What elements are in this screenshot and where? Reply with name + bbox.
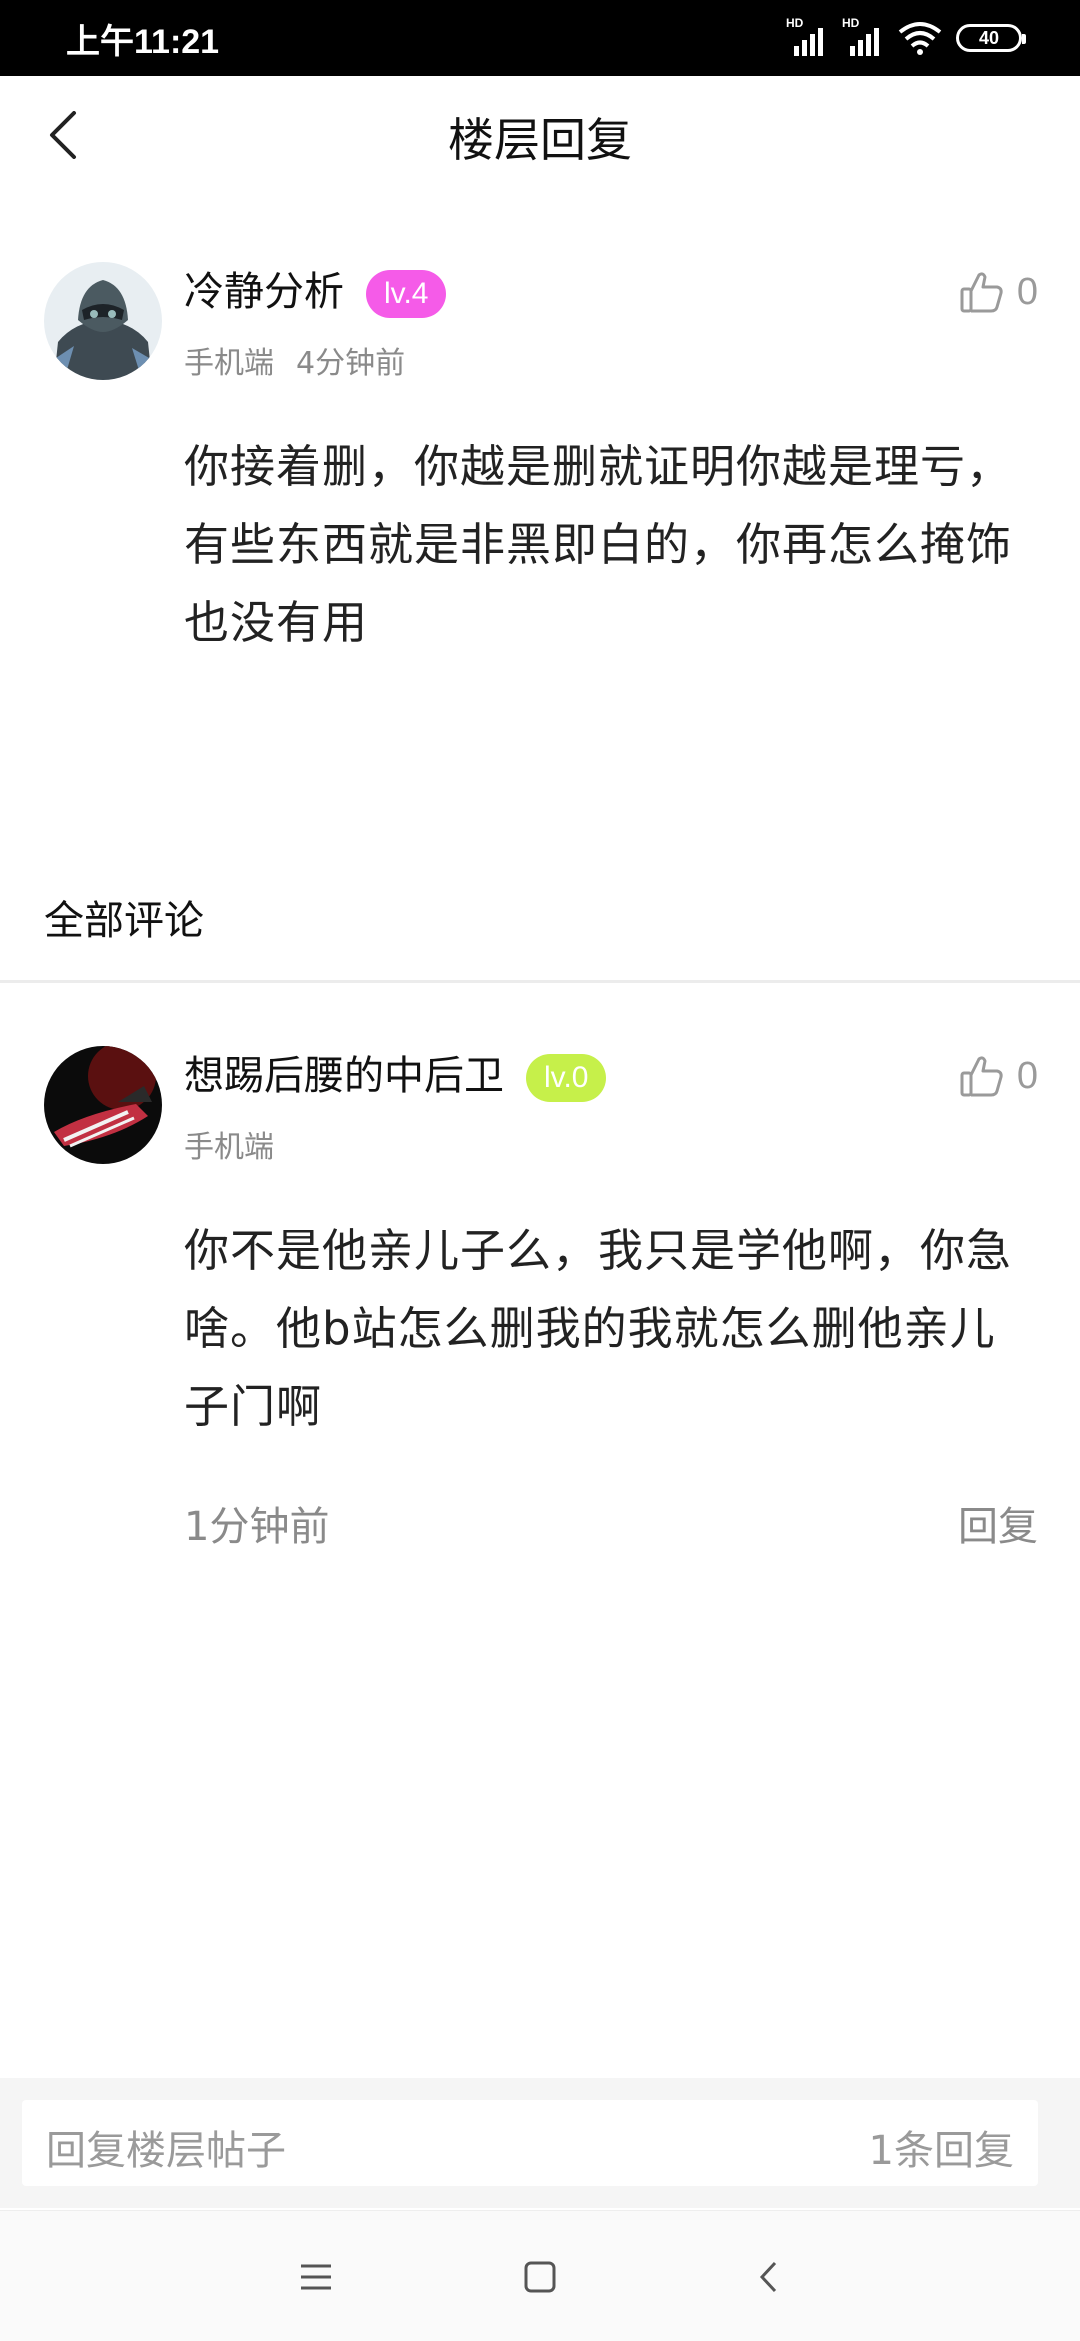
level-badge: lv.4 xyxy=(366,270,447,318)
signal-icon: HD xyxy=(786,16,828,58)
comment-time: 1分钟前 xyxy=(184,1504,330,1550)
reply-placeholder[interactable]: 回复楼层帖子 xyxy=(46,2118,286,2176)
reply-input[interactable]: 回复楼层帖子 1条回复 xyxy=(22,2100,1038,2186)
main-post: 冷静分析 lv.4 手机端 4分钟前 0 你接着删，你越是删就证明你越是理亏，有些东… xyxy=(0,262,1080,662)
username-text[interactable]: 冷静分析 xyxy=(184,269,344,315)
username[interactable]: 想踢后腰的中后卫 lv.0 xyxy=(184,1046,607,1106)
wifi-icon xyxy=(898,22,942,55)
avatar-image xyxy=(44,1046,162,1164)
battery-icon: 40 xyxy=(956,24,1026,52)
comment-content: 你不是他亲儿子么，我只是学他啊，你急啥。他b站怎么删我的我就怎么删他亲儿子门啊 xyxy=(184,1224,1013,1433)
nav-back-button[interactable] xyxy=(744,2253,792,2301)
square-icon xyxy=(524,2261,556,2293)
username[interactable]: 冷静分析 lv.4 xyxy=(184,262,447,322)
chevron-left-icon xyxy=(759,2261,777,2293)
reply-bar: 回复楼层帖子 1条回复 xyxy=(0,2078,1080,2208)
time-ago: 4分钟前 xyxy=(296,346,406,381)
thumbs-up-icon xyxy=(960,272,1003,313)
thumbs-up-icon xyxy=(960,1056,1003,1097)
nav-home-button[interactable] xyxy=(516,2253,564,2301)
avatar[interactable] xyxy=(44,262,162,380)
nav-menu-button[interactable] xyxy=(292,2253,340,2301)
username-text[interactable]: 想踢后腰的中后卫 xyxy=(184,1053,504,1099)
section-title: 全部评论 xyxy=(44,898,204,944)
page-title: 楼层回复 xyxy=(448,113,632,167)
reply-button[interactable]: 回复 xyxy=(958,1494,1038,1552)
avatar-image xyxy=(44,262,162,380)
hd-label: HD xyxy=(786,16,804,30)
like-button[interactable]: 0 xyxy=(959,1046,1038,1106)
status-time: 上午11:21 xyxy=(66,23,220,61)
avatar[interactable] xyxy=(44,1046,162,1164)
hd-label: HD xyxy=(842,16,860,30)
like-count: 0 xyxy=(1016,1054,1038,1097)
battery-level: 40 xyxy=(978,27,1000,48)
device-label: 手机端 xyxy=(184,346,274,381)
reply-count[interactable]: 1条回复 xyxy=(869,2118,1014,2176)
post-meta: 手机端 4分钟前 xyxy=(184,338,405,382)
system-nav-bar xyxy=(0,2210,1080,2341)
status-bar: 上午11:21 HD HD 40 xyxy=(0,0,1080,76)
comment-item: 想踢后腰的中后卫 lv.0 手机端 0 你不是他亲儿子么，我只是学他啊，你急啥。他… xyxy=(0,1046,1080,1566)
like-button[interactable]: 0 xyxy=(959,262,1038,322)
comment-meta: 手机端 xyxy=(184,1122,274,1166)
menu-icon xyxy=(301,2264,331,2290)
status-icons: HD HD 40 xyxy=(786,16,1026,60)
post-content: 你接着删，你越是删就证明你越是理亏，有些东西就是非黑即白的，你再怎么掩饰也没有用 xyxy=(184,440,1013,649)
signal-icon: HD xyxy=(842,16,884,58)
like-count: 0 xyxy=(1016,270,1038,313)
divider xyxy=(0,980,1080,983)
header: 楼层回复 xyxy=(0,76,1080,196)
device-label: 手机端 xyxy=(184,1130,274,1165)
level-badge: lv.0 xyxy=(526,1054,607,1102)
